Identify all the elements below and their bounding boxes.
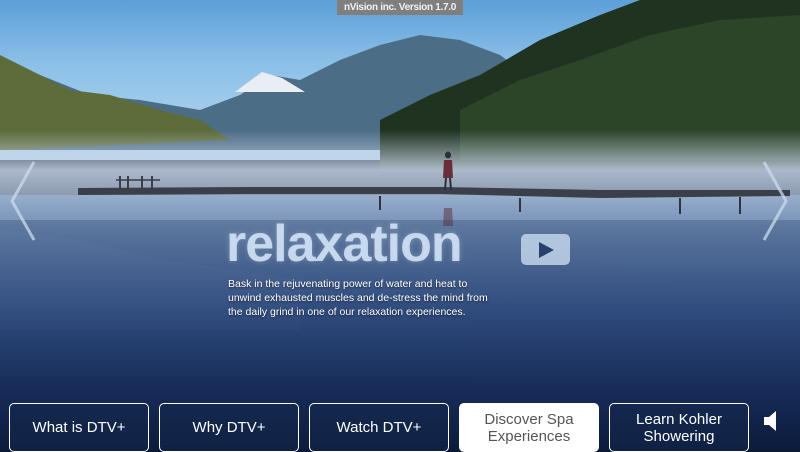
hero-title: relaxation xyxy=(226,215,463,273)
nav-label: Watch DTV+ xyxy=(336,419,422,436)
nav-label: Why DTV+ xyxy=(192,419,266,436)
nav-watch-dtv-button[interactable]: Watch DTV+ xyxy=(309,403,449,452)
nav-label-line2: Showering xyxy=(643,427,715,445)
speaker-icon xyxy=(764,411,776,431)
nav-what-is-dtv-button[interactable]: What is DTV+ xyxy=(9,403,149,452)
version-badge: nVision inc. Version 1.7.0 xyxy=(337,0,463,15)
play-icon xyxy=(539,242,554,258)
nav-discover-spa-button[interactable]: Discover Spa Experiences xyxy=(459,403,599,452)
chevron-right-icon xyxy=(762,161,788,241)
nav-why-dtv-button[interactable]: Why DTV+ xyxy=(159,403,299,452)
chevron-left-icon xyxy=(10,161,36,241)
nav-label-line1: Discover Spa xyxy=(484,410,574,428)
nav-label: Discover Spa Experiences xyxy=(484,411,573,445)
nav-label: Learn Kohler Showering xyxy=(636,411,722,445)
nav-label: What is DTV+ xyxy=(32,419,126,436)
carousel-next-button[interactable] xyxy=(758,160,790,242)
play-button[interactable] xyxy=(521,234,570,265)
nav-learn-kohler-button[interactable]: Learn Kohler Showering xyxy=(609,403,749,452)
hero-description: Bask in the rejuvenating power of water … xyxy=(228,278,488,318)
mute-button[interactable] xyxy=(764,411,780,431)
bottom-nav: What is DTV+ Why DTV+ Watch DTV+ Discove… xyxy=(0,403,800,452)
nav-label-line2: Experiences xyxy=(487,427,571,445)
nav-label-line1: Learn Kohler xyxy=(636,410,722,428)
carousel-prev-button[interactable] xyxy=(8,160,40,242)
